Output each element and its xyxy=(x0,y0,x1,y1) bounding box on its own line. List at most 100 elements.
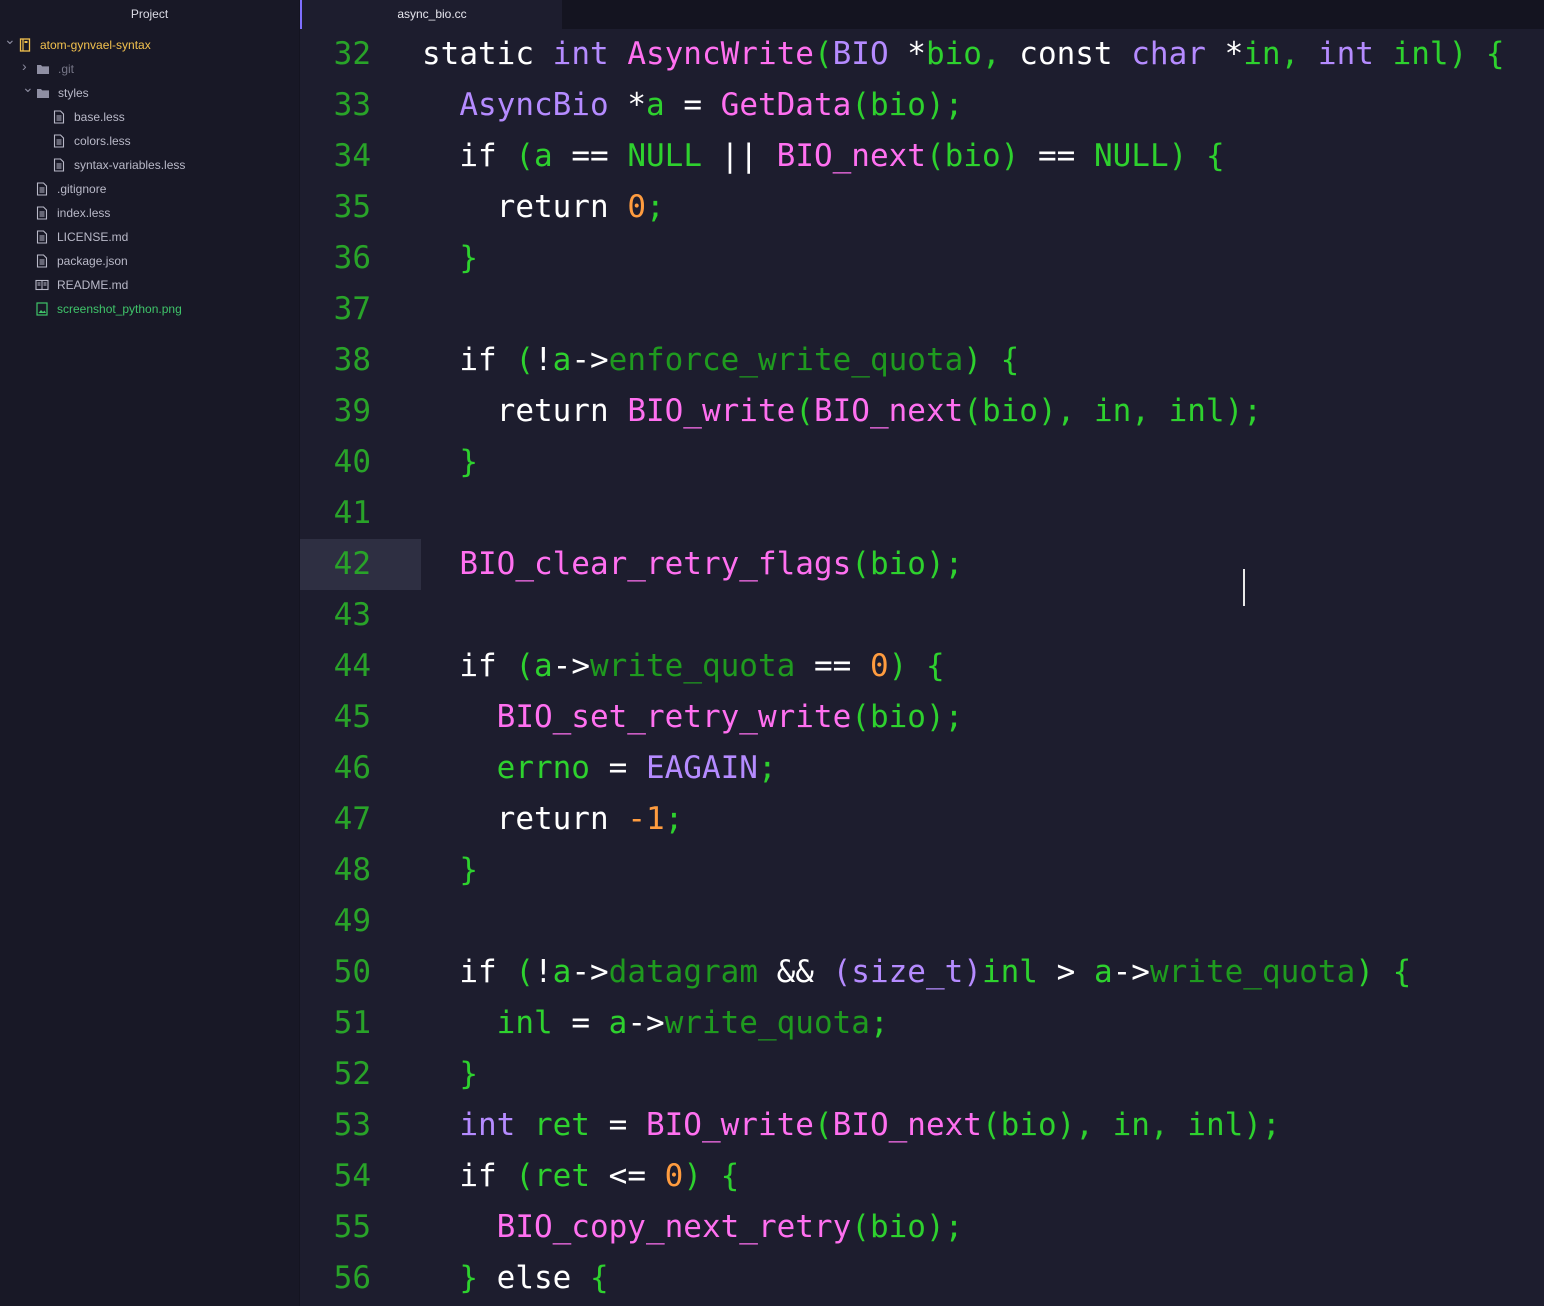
code-line[interactable]: 36 } xyxy=(300,233,1544,284)
tree-item-license-md[interactable]: LICENSE.md xyxy=(0,225,299,249)
line-number[interactable]: 44 xyxy=(300,641,421,692)
code-token: = xyxy=(589,1107,646,1143)
code-line[interactable]: 49 xyxy=(300,896,1544,947)
tree-item-colors-less[interactable]: colors.less xyxy=(0,129,299,153)
code-token: write_quota xyxy=(590,648,796,684)
tree-item-base-less[interactable]: base.less xyxy=(0,105,299,129)
line-number[interactable]: 40 xyxy=(300,437,421,488)
file-text-icon xyxy=(35,230,49,247)
code-token: ! xyxy=(534,954,553,990)
line-number[interactable]: 37 xyxy=(300,284,421,335)
line-number[interactable]: 42 xyxy=(300,539,421,590)
code-token: } xyxy=(459,444,478,480)
code-token: NULL xyxy=(627,138,721,174)
line-number[interactable]: 48 xyxy=(300,845,421,896)
code-line[interactable]: 56 } else { xyxy=(300,1253,1544,1304)
line-number[interactable]: 32 xyxy=(300,29,421,80)
code-token: a xyxy=(1093,954,1113,990)
line-number[interactable]: 45 xyxy=(300,692,421,743)
code-line[interactable]: 39 return BIO_write(BIO_next(bio), in, i… xyxy=(300,386,1544,437)
code-line[interactable]: 45 BIO_set_retry_write(bio); xyxy=(300,692,1544,743)
code-token: ) { xyxy=(683,1158,740,1194)
chevron-down-icon[interactable]: ⌄ xyxy=(22,80,34,94)
line-number[interactable]: 39 xyxy=(300,386,421,437)
code-token: ( xyxy=(515,954,534,990)
line-number[interactable]: 47 xyxy=(300,794,421,845)
tree-item-syntax-variables-less[interactable]: syntax-variables.less xyxy=(0,153,299,177)
tree-item-git[interactable]: › .git xyxy=(0,57,299,81)
line-number[interactable]: 52 xyxy=(300,1049,421,1100)
code-line[interactable]: 40 } xyxy=(300,437,1544,488)
code-line[interactable]: 46 errno = EAGAIN; xyxy=(300,743,1544,794)
code-line[interactable]: 47 return -1; xyxy=(300,794,1544,845)
code-token: -> xyxy=(1112,954,1150,990)
tree-item-package-json[interactable]: package.json xyxy=(0,249,299,273)
tree-item-label: styles xyxy=(58,86,89,100)
tree-item-index-less[interactable]: index.less xyxy=(0,201,299,225)
line-number[interactable]: 50 xyxy=(300,947,421,998)
code-token: ( xyxy=(515,648,534,684)
chevron-down-icon[interactable]: ⌄ xyxy=(4,32,16,46)
code-token: a xyxy=(552,954,572,990)
code-line[interactable]: 43 xyxy=(300,590,1544,641)
code-line[interactable]: 53 int ret = BIO_write(BIO_next(bio), in… xyxy=(300,1100,1544,1151)
code-token: ) { xyxy=(1355,954,1412,990)
code-line[interactable]: 35 return 0; xyxy=(300,182,1544,233)
code-line[interactable]: 32 static int AsyncWrite(BIO *bio, const … xyxy=(300,29,1544,80)
code-line[interactable]: 44 if (a->write_quota == 0) { xyxy=(300,641,1544,692)
code-token: ( xyxy=(515,1158,534,1194)
tree-item-atom-gynvael-syntax[interactable]: ⌄ atom-gynvael-syntax xyxy=(0,32,299,57)
line-number[interactable]: 35 xyxy=(300,182,421,233)
code-token: ), xyxy=(1037,393,1094,429)
code-line[interactable]: 37 xyxy=(300,284,1544,335)
code-line[interactable]: 42 BIO_clear_retry_flags(bio); xyxy=(300,539,1544,590)
code-editor[interactable]: 32 static int AsyncWrite(BIO *bio, const … xyxy=(300,29,1544,1306)
tree-item-label: .gitignore xyxy=(57,182,107,196)
line-number[interactable]: 51 xyxy=(300,998,421,1049)
line-number[interactable]: 41 xyxy=(300,488,421,539)
code-token: && xyxy=(757,954,833,990)
code-token: } xyxy=(459,1260,497,1296)
tree-item-screenshot-python-png[interactable]: screenshot_python.png xyxy=(0,297,299,321)
line-number[interactable]: 36 xyxy=(300,233,421,284)
code-token: ( xyxy=(851,87,870,123)
tree-item-readme-md[interactable]: README.md xyxy=(0,273,299,297)
line-number[interactable]: 34 xyxy=(300,131,421,182)
line-number[interactable]: 38 xyxy=(300,335,421,386)
line-number[interactable]: 54 xyxy=(300,1151,421,1202)
line-number[interactable]: 33 xyxy=(300,80,421,131)
tab-async-bio[interactable]: async_bio.cc xyxy=(300,0,562,29)
code-line[interactable]: 50 if (!a->datagram && (size_t)inl > a->… xyxy=(300,947,1544,998)
code-text: inl = a->write_quota; xyxy=(422,998,889,1049)
code-line[interactable]: 34 if (a == NULL || BIO_next(bio) == NUL… xyxy=(300,131,1544,182)
line-number[interactable]: 55 xyxy=(300,1202,421,1253)
code-line[interactable]: 48 } xyxy=(300,845,1544,896)
code-line[interactable]: 38 if (!a->enforce_write_quota) { xyxy=(300,335,1544,386)
code-line[interactable]: 54 if (ret <= 0) { xyxy=(300,1151,1544,1202)
tree-item-styles[interactable]: ⌄ styles xyxy=(0,80,299,105)
code-text: errno = EAGAIN; xyxy=(422,743,777,794)
code-token: if xyxy=(459,648,516,684)
line-number[interactable]: 53 xyxy=(300,1100,421,1151)
code-line[interactable]: 51 inl = a->write_quota; xyxy=(300,998,1544,1049)
tree-item-gitignore[interactable]: .gitignore xyxy=(0,177,299,201)
line-number[interactable]: 49 xyxy=(300,896,421,947)
code-token: * xyxy=(1224,36,1244,72)
line-number[interactable]: 56 xyxy=(300,1253,421,1304)
code-line[interactable]: 55 BIO_copy_next_retry(bio); xyxy=(300,1202,1544,1253)
code-token: in xyxy=(1112,1107,1150,1143)
code-text: } xyxy=(422,437,478,488)
file-text-icon xyxy=(35,182,49,199)
code-token: inl xyxy=(1392,36,1449,72)
chevron-right-icon[interactable]: › xyxy=(22,59,27,73)
line-number[interactable]: 43 xyxy=(300,590,421,641)
code-line[interactable]: 33 AsyncBio *a = GetData(bio); xyxy=(300,80,1544,131)
code-line[interactable]: 52 } xyxy=(300,1049,1544,1100)
code-line[interactable]: 41 xyxy=(300,488,1544,539)
code-token: BIO_next xyxy=(832,1107,982,1143)
code-text: } else { xyxy=(422,1253,608,1304)
code-text: return -1; xyxy=(422,794,684,845)
line-number[interactable]: 46 xyxy=(300,743,421,794)
